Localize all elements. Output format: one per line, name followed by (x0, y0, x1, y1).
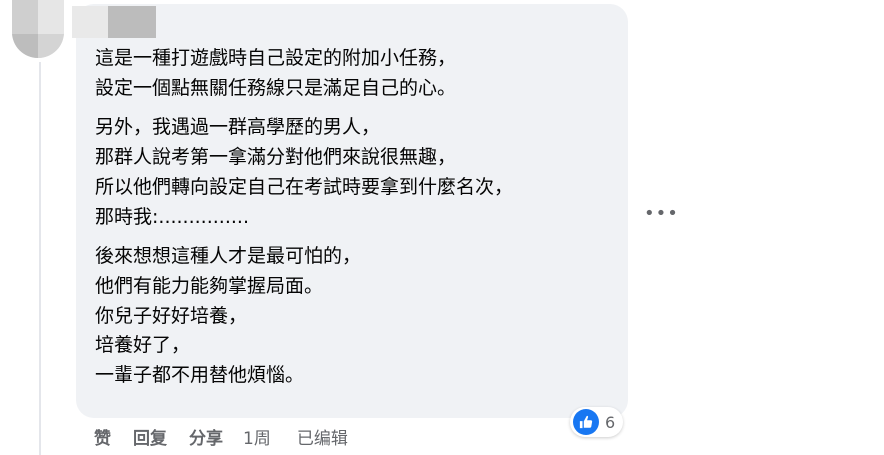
avatar[interactable] (12, 0, 64, 58)
reaction-summary[interactable]: 6 (570, 407, 624, 437)
comment-text: 這是一種打遊戲時自己設定的附加小任務， 設定一個點無關任務線只是滿足自己的心。 … (95, 44, 615, 391)
comment-timestamp[interactable]: 1周 (243, 424, 271, 449)
reply-button[interactable]: 回复 (133, 424, 167, 449)
comment-paragraph: 這是一種打遊戲時自己設定的附加小任務， 設定一個點無關任務線只是滿足自己的心。 (95, 44, 615, 103)
comment-line: 後來想想這種人才是最可怕的， (95, 245, 362, 268)
share-button[interactable]: 分享 (189, 424, 223, 449)
comment-line: 另外，我遇過一群高學歷的男人， (95, 116, 381, 139)
comment-thread: 這是一種打遊戲時自己設定的附加小任務， 設定一個點無關任務線只是滿足自己的心。 … (0, 0, 884, 455)
comment-actions: 赞 回复 分享 1周 已编辑 (94, 424, 348, 449)
author-name-redacted[interactable] (72, 6, 156, 38)
comment-paragraph: 另外，我遇過一群高學歷的男人， 那群人說考第一拿滿分對他們來說很無趣， 所以他們… (95, 113, 615, 232)
more-options-button[interactable]: ••• (644, 204, 678, 224)
comment-line: 那時我:............... (95, 205, 249, 228)
comment-line: 設定一個點無關任務線只是滿足自己的心。 (95, 76, 457, 99)
comment-line: 這是一種打遊戲時自己設定的附加小任務， (95, 47, 457, 69)
comment-line: 培養好了， (95, 334, 191, 357)
edited-label: 已编辑 (296, 429, 348, 449)
like-icon (573, 409, 599, 435)
comment-line: 那群人說考第一拿滿分對他們來說很無趣， (95, 146, 457, 169)
like-button[interactable]: 赞 (94, 424, 111, 449)
comment-line: 你兒子好好培養， (95, 304, 248, 327)
thread-connector-line (39, 62, 41, 455)
comment-line: 一輩子都不用替他煩惱。 (95, 364, 305, 387)
comment-line: 所以他們轉向設定自己在考試時要拿到什麼名次， (95, 175, 514, 198)
comment-paragraph: 後來想想這種人才是最可怕的， 他們有能力能夠掌握局面。 你兒子好好培養， 培養好… (95, 242, 615, 391)
reaction-count: 6 (605, 412, 616, 432)
comment-line: 他們有能力能夠掌握局面。 (95, 274, 324, 297)
